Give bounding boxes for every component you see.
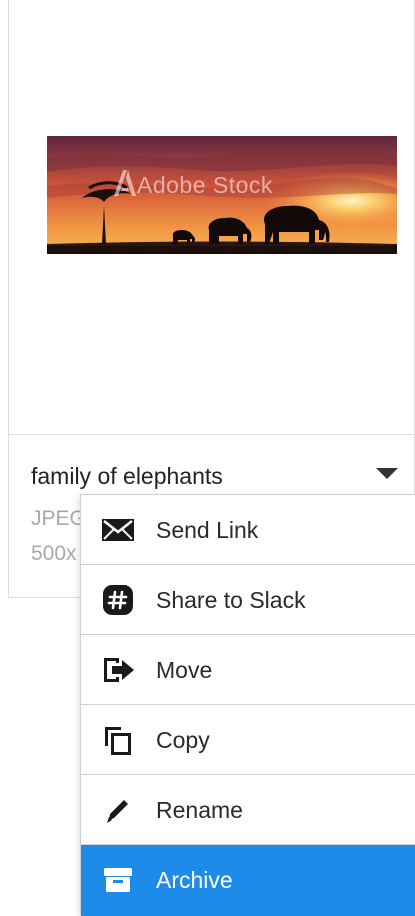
menu-item-send-link[interactable]: Send Link [81,495,415,565]
menu-item-label: Archive [156,867,233,893]
menu-item-label: Copy [156,727,210,753]
asset-file-type: JPEG [31,507,86,530]
adobe-watermark-logo [114,170,136,196]
menu-item-move[interactable]: Move [81,635,415,705]
menu-item-rename[interactable]: Rename [81,775,415,845]
menu-item-label: Rename [156,797,243,823]
pencil-icon [101,794,135,826]
menu-item-copy[interactable]: Copy [81,705,415,775]
asset-preview[interactable]: Adobe Stock [9,0,414,435]
slack-icon [101,584,135,616]
menu-item-archive[interactable]: Archive [81,845,415,916]
options-dropdown-caret-icon[interactable] [376,468,398,479]
envelope-icon [101,514,135,546]
menu-item-label: Send Link [156,517,259,543]
copy-icon [101,724,135,756]
watermark-text: Adobe Stock [137,172,273,198]
asset-title: family of elephants [31,463,223,489]
context-menu: Send Link Share to Slack Move Copy Renam… [80,494,415,916]
asset-dimensions: 500x [31,542,77,565]
move-icon [101,654,135,686]
archive-icon [101,864,135,896]
menu-item-label: Move [156,657,213,683]
menu-item-share-to-slack[interactable]: Share to Slack [81,565,415,635]
menu-item-label: Share to Slack [156,587,306,613]
